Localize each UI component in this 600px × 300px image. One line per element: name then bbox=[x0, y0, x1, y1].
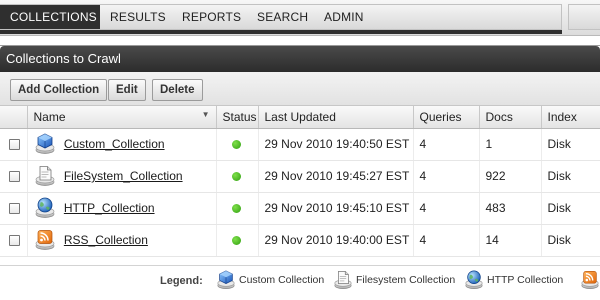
nav-active-strip bbox=[0, 30, 562, 34]
legend-item-rss bbox=[580, 270, 600, 290]
collection-name-link[interactable]: HTTP_Collection bbox=[64, 201, 155, 215]
queries-cell: 4 bbox=[413, 224, 480, 257]
column-header-queries[interactable]: Queries bbox=[413, 106, 480, 129]
sort-arrow-icon[interactable]: ▼ bbox=[202, 110, 210, 119]
custom-collection-icon bbox=[216, 270, 236, 290]
column-header-docs[interactable]: Docs bbox=[479, 106, 542, 129]
legend-label: Legend: bbox=[160, 275, 203, 287]
custom-collection-icon bbox=[34, 133, 56, 155]
tab-search[interactable]: SEARCH bbox=[247, 5, 318, 29]
tab-reports[interactable]: REPORTS bbox=[172, 5, 251, 29]
main-nav: COLLECTIONS RESULTS REPORTS SEARCH ADMIN bbox=[0, 4, 562, 30]
tab-admin[interactable]: ADMIN bbox=[314, 5, 374, 29]
column-header-index[interactable]: Index bbox=[541, 106, 600, 129]
collection-name-link[interactable]: RSS_Collection bbox=[64, 233, 148, 247]
panel-title: Collections to Crawl bbox=[0, 46, 600, 72]
index-cell: Disk bbox=[541, 192, 600, 225]
index-cell: Disk bbox=[541, 224, 600, 257]
docs-cell: 483 bbox=[479, 192, 542, 225]
collection-name-link[interactable]: Custom_Collection bbox=[64, 137, 165, 151]
legend-item-filesystem: Filesystem Collection bbox=[333, 270, 455, 290]
status-ok-icon bbox=[231, 172, 241, 182]
row-checkbox[interactable] bbox=[9, 139, 20, 151]
row-checkbox[interactable] bbox=[9, 203, 20, 215]
rss-collection-icon bbox=[34, 229, 56, 251]
last-updated-cell: 29 Nov 2010 19:45:10 EST bbox=[258, 192, 414, 225]
docs-cell: 1 bbox=[479, 128, 542, 161]
docs-cell: 922 bbox=[479, 160, 542, 193]
legend: Legend: Custom Collection Filesystem Col… bbox=[0, 265, 600, 300]
filesystem-collection-icon bbox=[333, 270, 353, 290]
column-header-last-updated[interactable]: Last Updated bbox=[258, 106, 414, 129]
tab-results[interactable]: RESULTS bbox=[100, 5, 176, 29]
index-cell: Disk bbox=[541, 160, 600, 193]
column-header-name[interactable]: Name ▼ bbox=[27, 106, 217, 129]
status-ok-icon bbox=[231, 236, 241, 246]
nav-right-segment bbox=[568, 4, 600, 30]
toolbar: Add Collection Edit Delete bbox=[0, 72, 600, 106]
filesystem-collection-icon bbox=[34, 165, 56, 187]
rss-collection-icon bbox=[580, 270, 600, 290]
row-checkbox[interactable] bbox=[9, 235, 20, 247]
collection-name-link[interactable]: FileSystem_Collection bbox=[64, 169, 183, 183]
collections-table: Name ▼ Status Last Updated Queries Docs … bbox=[0, 106, 600, 257]
legend-item-label: Custom Collection bbox=[239, 274, 325, 286]
legend-item-label: Filesystem Collection bbox=[356, 274, 456, 286]
collections-panel: Collections to Crawl Add Collection Edit… bbox=[0, 45, 600, 265]
column-header-status[interactable]: Status bbox=[216, 106, 259, 129]
queries-cell: 4 bbox=[413, 192, 480, 225]
select-all-header[interactable] bbox=[0, 106, 28, 129]
queries-cell: 4 bbox=[413, 128, 480, 161]
status-ok-icon bbox=[231, 140, 241, 150]
table-header-row: Name ▼ Status Last Updated Queries Docs … bbox=[0, 106, 600, 129]
index-cell: Disk bbox=[541, 128, 600, 161]
legend-item-http: HTTP Collection bbox=[464, 270, 563, 290]
table-row[interactable]: Custom_Collection 29 Nov 2010 19:40:50 E… bbox=[0, 128, 600, 161]
add-collection-button[interactable]: Add Collection bbox=[10, 79, 108, 101]
last-updated-cell: 29 Nov 2010 19:45:27 EST bbox=[258, 160, 414, 193]
legend-item-label: HTTP Collection bbox=[487, 274, 564, 286]
table-row[interactable]: HTTP_Collection 29 Nov 2010 19:45:10 EST… bbox=[0, 192, 600, 225]
top-bar: COLLECTIONS RESULTS REPORTS SEARCH ADMIN bbox=[0, 0, 600, 36]
last-updated-cell: 29 Nov 2010 19:40:50 EST bbox=[258, 128, 414, 161]
last-updated-cell: 29 Nov 2010 19:40:00 EST bbox=[258, 224, 414, 257]
tab-collections[interactable]: COLLECTIONS bbox=[0, 5, 100, 29]
docs-cell: 14 bbox=[479, 224, 542, 257]
http-collection-icon bbox=[464, 270, 484, 290]
status-ok-icon bbox=[231, 204, 241, 214]
edit-button[interactable]: Edit bbox=[108, 79, 146, 101]
row-checkbox[interactable] bbox=[9, 171, 20, 183]
table-row[interactable]: FileSystem_Collection 29 Nov 2010 19:45:… bbox=[0, 160, 600, 193]
delete-button[interactable]: Delete bbox=[152, 79, 203, 101]
table-row[interactable]: RSS_Collection 29 Nov 2010 19:40:00 EST … bbox=[0, 224, 600, 257]
legend-item-custom: Custom Collection bbox=[216, 270, 324, 290]
http-collection-icon bbox=[34, 197, 56, 219]
column-header-name-label: Name bbox=[33, 109, 66, 124]
queries-cell: 4 bbox=[413, 160, 480, 193]
